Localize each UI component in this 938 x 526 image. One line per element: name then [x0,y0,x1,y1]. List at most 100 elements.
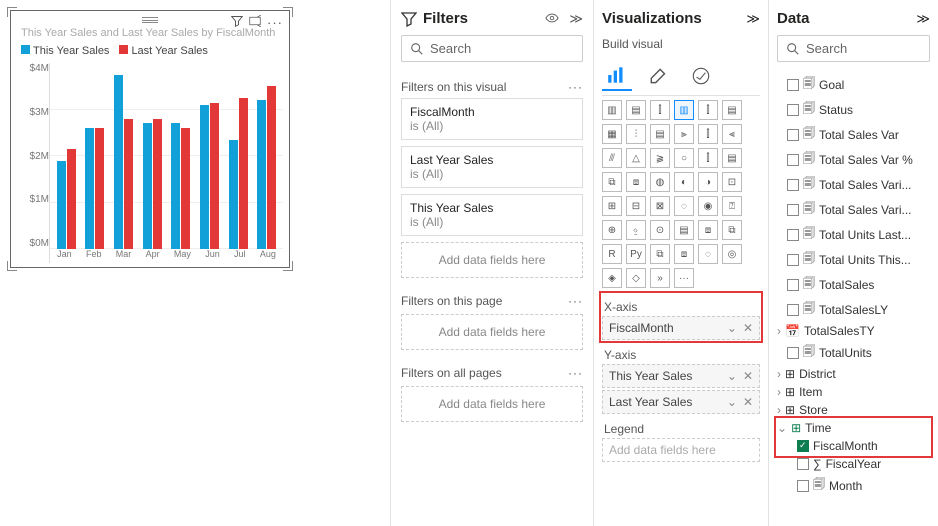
bar-group[interactable] [229,98,248,249]
visual-type-icon[interactable]: ◌ [674,196,694,216]
chevron-down-icon[interactable]: ⌄ [727,321,737,335]
bar-group[interactable] [85,128,104,249]
filter-icon[interactable] [231,15,243,30]
visual-type-icon[interactable]: R [602,244,622,264]
visual-type-icon[interactable]: ⊡ [722,172,742,192]
data-field[interactable]: 🗐TotalSalesLY [777,297,930,322]
remove-icon[interactable]: ✕ [743,321,753,335]
visual-type-icon[interactable]: ⫿ [698,100,718,120]
collapse-icon[interactable]: ≫ [916,11,930,27]
visual-type-icon[interactable]: ○ [674,148,694,168]
visual-type-icon[interactable]: ▤ [626,100,646,120]
visual-type-icon[interactable]: ⫿ [698,148,718,168]
resize-handle-bl[interactable] [7,261,17,271]
visual-type-icon[interactable]: ⧉ [602,172,622,192]
eye-icon[interactable] [545,11,559,27]
xaxis-field[interactable]: FiscalMonth⌄✕ [602,316,760,340]
filter-drop-zone[interactable]: Add data fields here [401,314,583,350]
build-visual-tab[interactable] [602,61,632,91]
visual-type-icon[interactable]: ▤ [650,124,670,144]
visual-type-icon[interactable]: ⫸ [674,124,694,144]
data-table[interactable]: ›⊞District [777,365,930,383]
visual-type-icon[interactable]: ▦ [602,124,622,144]
visual-type-icon[interactable]: ⍰ [722,196,742,216]
visual-type-icon[interactable]: ▥ [674,100,694,120]
more-options-icon[interactable]: ··· [267,15,283,30]
resize-handle-tl[interactable] [7,7,17,17]
data-table[interactable]: ›⊞Item [777,383,930,401]
collapse-icon[interactable]: ≫ [569,11,583,27]
visual-type-icon[interactable]: ⫶ [626,124,646,144]
legend-drop-zone[interactable]: Add data fields here [602,438,760,462]
visual-type-icon[interactable]: ◉ [698,196,718,216]
data-field[interactable]: 🗐Status [777,97,930,122]
visual-type-icon[interactable]: ◌ [698,244,718,264]
clustered-bar-visual[interactable]: ··· This Year Sales and Last Year Sales … [10,10,290,268]
yaxis-field[interactable]: This Year Sales⌄✕ [602,364,760,388]
bar-group[interactable] [200,103,219,249]
visual-type-icon[interactable]: ▤ [722,100,742,120]
visual-type-icon[interactable]: ⫺ [650,148,670,168]
data-field[interactable]: 🗐Goal [777,72,930,97]
visual-type-icon[interactable]: ⊟ [626,196,646,216]
visual-type-icon[interactable]: ◑ [698,172,718,192]
data-field[interactable]: ∑FiscalYear [777,455,930,473]
visual-type-icon[interactable]: » [650,268,670,288]
data-table[interactable]: ›⊞Store [777,401,930,419]
analytics-tab[interactable] [686,61,716,91]
visual-type-icon[interactable]: ⊙ [650,220,670,240]
chevron-down-icon[interactable]: ⌄ [727,369,737,383]
filters-search[interactable]: Search [401,35,583,62]
visual-type-icon[interactable]: ◎ [722,244,742,264]
data-field[interactable]: 🗐TotalUnits [777,340,930,365]
data-field[interactable]: 🗐Total Units Last... [777,222,930,247]
chevron-down-icon[interactable]: ⌄ [727,395,737,409]
filter-drop-zone[interactable]: Add data fields here [401,386,583,422]
visual-type-icon[interactable]: ⊕ [602,220,622,240]
visual-type-icon[interactable]: ⫻ [602,148,622,168]
visual-type-icon[interactable]: ⫷ [722,124,742,144]
section-more-icon[interactable]: ··· [568,80,583,94]
visual-type-icon[interactable]: ⍚ [626,220,646,240]
visual-type-icon[interactable]: ⊠ [650,196,670,216]
yaxis-field[interactable]: Last Year Sales⌄✕ [602,390,760,414]
data-field[interactable]: 🗐TotalSales [777,272,930,297]
chart-plot-area[interactable]: $4M $3M $2M $1M $0M JanFebMarAprMayJunJu… [15,63,285,263]
filter-card[interactable]: This Year Salesis (All) [401,194,583,236]
visual-type-icon[interactable]: ◐ [674,172,694,192]
bar-group[interactable] [114,75,133,249]
format-visual-tab[interactable] [644,61,674,91]
data-field[interactable]: 🗐Total Sales Vari... [777,172,930,197]
visual-type-icon[interactable]: ▤ [674,220,694,240]
data-field[interactable]: 🗐Total Units This... [777,247,930,272]
data-table-time[interactable]: ⌄⊞Time [777,419,930,437]
data-field-fiscalmonth[interactable]: FiscalMonth [777,437,930,455]
visual-type-icon[interactable]: ⧉ [722,220,742,240]
filter-drop-zone[interactable]: Add data fields here [401,242,583,278]
visual-type-icon[interactable]: ⧈ [698,220,718,240]
report-canvas[interactable]: ··· This Year Sales and Last Year Sales … [0,0,390,526]
bar-group[interactable] [257,86,276,249]
focus-mode-icon[interactable] [249,15,261,30]
data-field[interactable]: 🗐Total Sales Var [777,122,930,147]
visual-type-icon[interactable]: ⧉ [650,244,670,264]
section-more-icon[interactable]: ··· [568,366,583,380]
visual-type-icon[interactable]: ▤ [722,148,742,168]
section-more-icon[interactable]: ··· [568,294,583,308]
bar-group[interactable] [57,149,76,249]
resize-handle-tr[interactable] [283,7,293,17]
visual-type-icon[interactable]: ◇ [626,268,646,288]
data-field[interactable]: 🗐Total Sales Vari... [777,197,930,222]
remove-icon[interactable]: ✕ [743,395,753,409]
visual-type-icon[interactable]: ··· [674,268,694,288]
visual-type-icon[interactable]: ⫿ [650,100,670,120]
data-field[interactable]: 🗐Month [777,473,930,498]
visual-type-icon[interactable]: Py [626,244,646,264]
bar-group[interactable] [143,119,162,249]
visual-type-icon[interactable]: ◍ [650,172,670,192]
visual-type-icon[interactable]: ⊞ [602,196,622,216]
remove-icon[interactable]: ✕ [743,369,753,383]
visual-type-icon[interactable]: ⧈ [674,244,694,264]
visual-type-icon[interactable]: ▥ [602,100,622,120]
filter-card[interactable]: FiscalMonthis (All) [401,98,583,140]
